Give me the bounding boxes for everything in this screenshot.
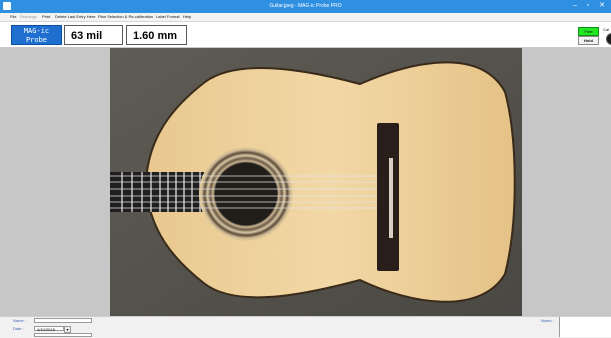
toolbar: MAG-ic Probe 63 mil 1.60 mm [0,22,611,48]
window-title: Guitar.jpeg - MAG-ic Probe PRO [269,3,342,9]
menu-readings[interactable]: Readings [20,13,37,21]
calibration-knob-icon[interactable] [606,33,611,45]
menu-help[interactable]: Help [183,13,191,21]
logo-line1: MAG-ic [23,27,50,35]
logo-line2: Probe [25,36,48,44]
extra-field[interactable] [34,333,92,337]
soundhole [215,163,277,225]
edge-label: Cal [603,27,610,32]
close-button[interactable]: ✕ [597,1,607,11]
guitar-photo[interactable] [110,48,522,316]
title-bar: Guitar.jpeg - MAG-ic Probe PRO – ▫ ✕ [0,0,611,13]
menu-delete-last-entry[interactable]: Delete Last Entry Here [55,13,95,21]
hold-button[interactable]: Hold [578,36,599,45]
fretboard [110,172,214,212]
thickness-mil-readout: 63 mil [64,25,123,45]
thickness-mm-readout: 1.60 mm [126,25,187,45]
notes-area[interactable] [559,317,611,337]
menu-file[interactable]: File [10,13,16,21]
name-label: Name : [13,318,26,323]
saddle [389,158,393,238]
menu-label-format[interactable]: Label Format [156,13,180,21]
free-button[interactable]: Free [578,27,599,36]
date-label: Date : [13,326,24,331]
maximize-button[interactable]: ▫ [583,1,593,11]
notes-label: Notes : [541,318,554,323]
menu-print[interactable]: Print [42,13,50,21]
app-logo: MAG-ic Probe [11,25,62,45]
menu-plan-selection[interactable]: Plan Selection & Re-calibration [98,13,153,21]
menu-bar: File Readings Print Delete Last Entry He… [0,13,611,22]
minimize-button[interactable]: – [570,1,580,11]
date-picker-icon[interactable]: ▾ [64,326,71,333]
guitar-image [110,48,522,316]
bridge [377,123,399,271]
date-field[interactable]: 4/10/2018 [34,326,64,332]
name-field[interactable] [34,318,92,323]
